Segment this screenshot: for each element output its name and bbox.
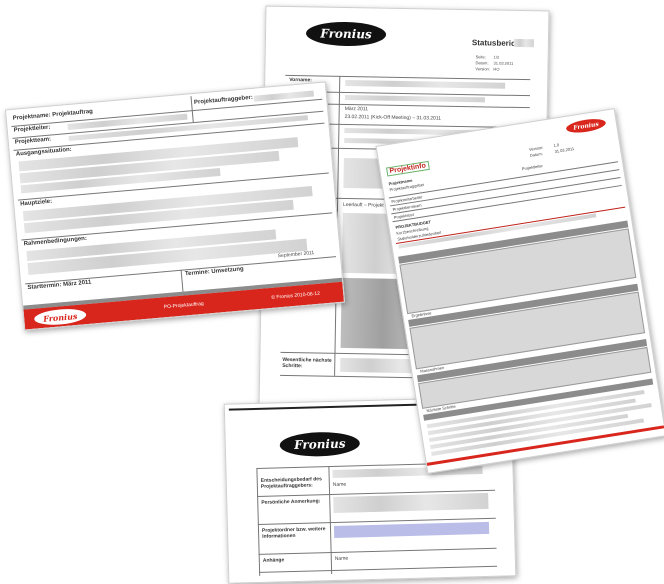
decision-value-1: Name	[332, 481, 347, 488]
meta-datum-value: 31.03.2011	[493, 60, 514, 66]
version-value: 1.0	[553, 142, 560, 149]
decision-row-4: Anhänge	[262, 557, 285, 564]
project-info-title: Projektinfo	[386, 160, 430, 177]
project-info-document: Fronius Projektinfo Version: 1.0 Datum: …	[375, 108, 664, 474]
meta-seite-value: 1/2	[493, 54, 500, 60]
fronius-logo: Fronius	[305, 21, 387, 47]
projektleiter-label: Projektleiter	[521, 163, 544, 172]
zeitraum-value: März 2011	[344, 105, 369, 113]
footer-center-text: PO-Projektauftrag	[163, 300, 204, 311]
zeitraum-detail: 23.02.2011 (Kick-Off Meeting) – 31.03.20…	[344, 113, 442, 122]
project-order-document: Projektname: Projektauftrag Projektauftr…	[4, 81, 346, 331]
datum-label: Datum:	[529, 150, 544, 158]
meta-version-label: Version:	[475, 66, 490, 72]
decision-value-4: Name	[334, 555, 349, 562]
naechste-schritte-label: Wesentliche nächste Schritte:	[282, 356, 332, 370]
fronius-logo: Fronius	[279, 431, 361, 458]
fronius-logo-red: Fronius	[565, 116, 607, 135]
decision-row-3: Projektordner bzw. weitere Informationen	[261, 526, 326, 540]
footer-right-text: © Fronius 2010-06-12	[271, 290, 321, 301]
fronius-logo: Fronius	[33, 307, 87, 327]
decision-row-2: Persönliche Anmerkung:	[261, 498, 321, 506]
meta-version-value: HO	[493, 66, 500, 72]
hauptziele-label: Hauptziele:	[20, 198, 53, 208]
meta-seite-label: Seite:	[475, 54, 486, 60]
meta-datum-label: Datum:	[475, 60, 489, 66]
decision-row-1: Entscheidungsbedarf des Projektauftragge…	[260, 476, 322, 490]
auftraggeber-label: Projektauftraggeber:	[193, 94, 254, 106]
